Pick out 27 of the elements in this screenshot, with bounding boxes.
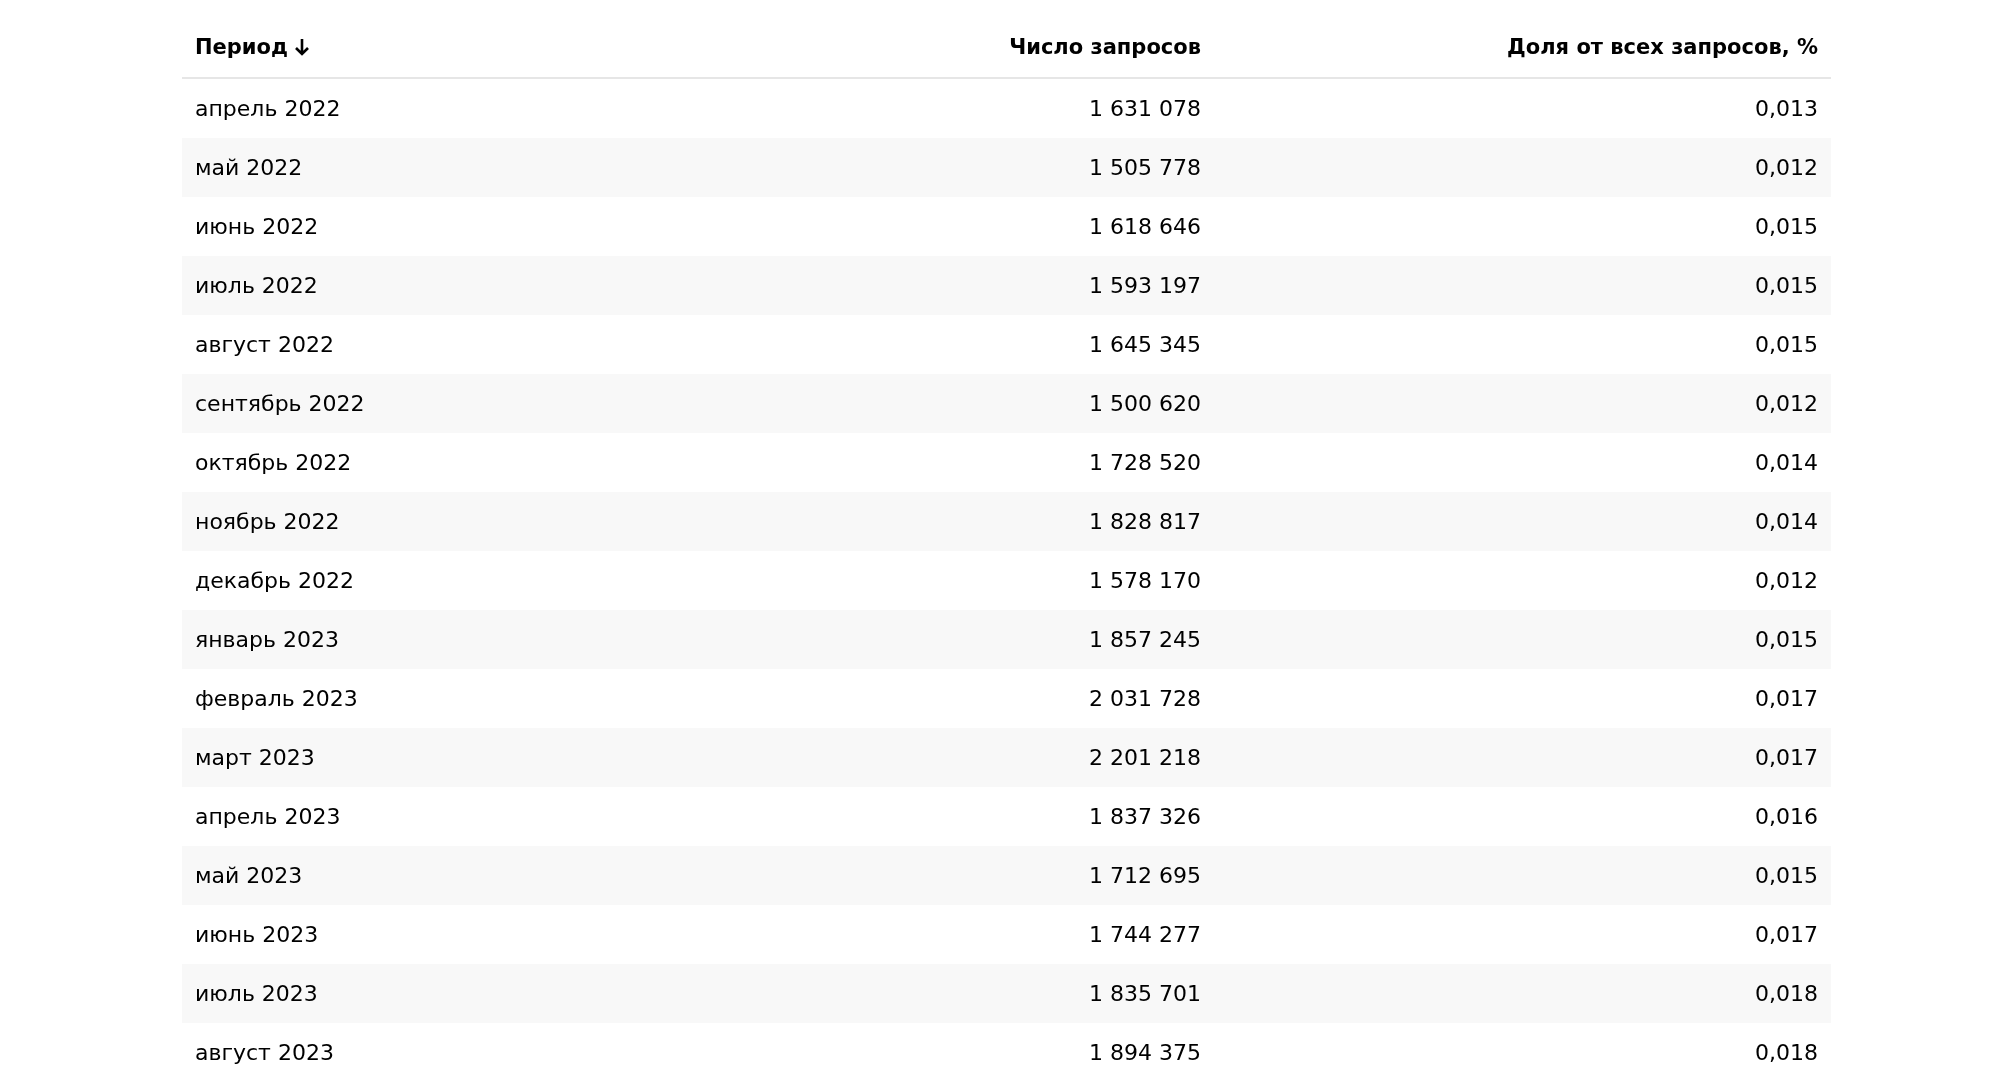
table-cell: 0,015 [1214,846,1831,905]
column-header-label: Период [195,34,288,59]
table-cell: январь 2023 [182,610,782,669]
table-cell: июль 2022 [182,256,782,315]
table-cell: 1 835 701 [782,964,1214,1023]
table-cell: 1 505 778 [782,138,1214,197]
table-cell: июль 2023 [182,964,782,1023]
table-cell: 0,015 [1214,610,1831,669]
table-cell: 0,018 [1214,964,1831,1023]
table-cell: 0,012 [1214,138,1831,197]
table-cell: 1 712 695 [782,846,1214,905]
table-cell: ноябрь 2022 [182,492,782,551]
table-cell: 0,017 [1214,728,1831,787]
table-cell: 1 500 620 [782,374,1214,433]
table-cell: май 2023 [182,846,782,905]
table-cell: 1 593 197 [782,256,1214,315]
table-cell: 0,012 [1214,374,1831,433]
column-header-label: Доля от всех запросов, % [1507,34,1818,59]
column-header-label: Число запросов [1009,34,1201,59]
table-cell: май 2022 [182,138,782,197]
table-cell: 0,014 [1214,492,1831,551]
table-cell: 2 201 218 [782,728,1214,787]
table-cell: 0,015 [1214,256,1831,315]
table-cell: сентябрь 2022 [182,374,782,433]
table-cell: 1 828 817 [782,492,1214,551]
table-cell: 1 857 245 [782,610,1214,669]
table-cell: март 2023 [182,728,782,787]
